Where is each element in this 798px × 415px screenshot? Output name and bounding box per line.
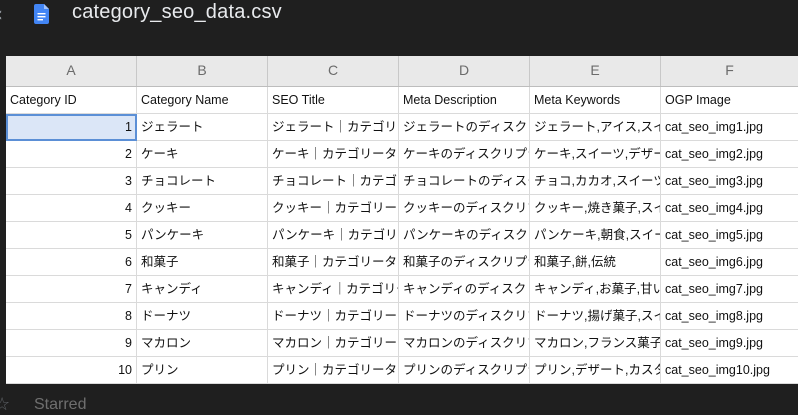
back-chevron-icon[interactable]: ‹ [0,4,3,24]
header-cell[interactable]: OGP Image [661,87,798,114]
header-cell[interactable]: Meta Keywords [530,87,661,114]
table-cell[interactable]: マカロンのディスクリプショ [399,330,530,357]
header-cell[interactable]: SEO Title [268,87,399,114]
table-cell[interactable]: cat_seo_img4.jpg [661,195,798,222]
google-docs-icon [34,4,49,24]
table-row: 7 キャンディ キャンディ｜カテゴリー キャンディのディスクリプ キャンディ,お… [6,276,798,303]
table-cell[interactable]: ジェラート｜カテゴリーペ [268,114,399,141]
table-cell[interactable]: cat_seo_img5.jpg [661,222,798,249]
table-cell[interactable]: ジェラートのディスクリプシ [399,114,530,141]
table-cell[interactable]: クッキー,焼き菓子,スイーツ [530,195,661,222]
table-row: 3 チョコレート チョコレート｜カテゴリー チョコレートのディスクリプ チョコ,… [6,168,798,195]
table-cell[interactable]: cat_seo_img1.jpg [661,114,798,141]
table-cell[interactable]: キャンディのディスクリプ [399,276,530,303]
drive-sidebar-peek: ☆ Starred [0,384,798,415]
table-cell[interactable]: プリン,デザート,カスタード [530,357,661,384]
header-cell[interactable]: Meta Description [399,87,530,114]
table-cell[interactable]: cat_seo_img10.jpg [661,357,798,384]
table-cell[interactable]: 和菓子｜カテゴリータイト [268,249,399,276]
table-cell[interactable]: ジェラート [137,114,268,141]
table-row: 4 クッキー クッキー｜カテゴリータイ クッキーのディスクリプショ クッキー,焼… [6,195,798,222]
table-cell[interactable]: ドーナツ,揚げ菓子,スイーツ [530,303,661,330]
table-cell[interactable]: チョコレート｜カテゴリー [268,168,399,195]
column-header-f[interactable]: F [661,56,798,86]
table-cell[interactable]: 8 [6,303,137,330]
file-title: category_seo_data.csv [72,1,282,23]
table-cell[interactable]: 和菓子のディスクリプション [399,249,530,276]
table-cell[interactable]: パンケーキ [137,222,268,249]
table-cell[interactable]: ケーキのディスクリプション [399,141,530,168]
table-cell[interactable]: チョコ,カカオ,スイーツ [530,168,661,195]
table-cell[interactable]: キャンディ｜カテゴリー [268,276,399,303]
table-row: 5 パンケーキ パンケーキ｜カテゴリー パンケーキのディスクリプ パンケーキ,朝… [6,222,798,249]
table-cell[interactable]: パンケーキのディスクリプ [399,222,530,249]
table-cell[interactable]: ジェラート,アイス,スイーツ [530,114,661,141]
star-icon[interactable]: ☆ [0,394,10,415]
table-cell[interactable]: チョコレートのディスクリプ [399,168,530,195]
table-cell[interactable]: クッキーのディスクリプショ [399,195,530,222]
table-cell[interactable]: キャンディ,お菓子,甘い [530,276,661,303]
table-cell[interactable]: cat_seo_img2.jpg [661,141,798,168]
table-row: 2 ケーキ ケーキ｜カテゴリータイトル ケーキのディスクリプション ケーキ,スイ… [6,141,798,168]
header-cell[interactable]: Category ID [6,87,137,114]
header-cell[interactable]: Category Name [137,87,268,114]
table-cell[interactable]: マカロン [137,330,268,357]
table-cell[interactable]: 2 [6,141,137,168]
table-cell[interactable]: cat_seo_img3.jpg [661,168,798,195]
table-cell[interactable]: パンケーキ｜カテゴリー [268,222,399,249]
data-rows: Category ID Category Name SEO Title Meta… [6,87,798,384]
table-cell[interactable]: パンケーキ,朝食,スイーツ [530,222,661,249]
column-header-b[interactable]: B [137,56,268,86]
table-row: 10 プリン プリン｜カテゴリータイトル プリンのディスクリプション プリン,デ… [6,357,798,384]
table-cell[interactable]: 和菓子 [137,249,268,276]
table-cell[interactable]: ケーキ [137,141,268,168]
table-cell[interactable]: 10 [6,357,137,384]
table-cell[interactable]: cat_seo_img9.jpg [661,330,798,357]
table-cell[interactable]: クッキー [137,195,268,222]
starred-nav-item[interactable]: Starred [34,396,86,414]
column-header-a[interactable]: A [6,56,137,86]
table-cell[interactable]: ドーナツのディスクリプショ [399,303,530,330]
table-cell[interactable]: ドーナツ｜カテゴリータイ [268,303,399,330]
table-cell[interactable]: ドーナツ [137,303,268,330]
table-row: 8 ドーナツ ドーナツ｜カテゴリータイ ドーナツのディスクリプショ ドーナツ,揚… [6,303,798,330]
table-cell[interactable]: マカロン｜カテゴリータイ [268,330,399,357]
selected-cell[interactable]: 1 [6,114,137,141]
table-row: 6 和菓子 和菓子｜カテゴリータイト 和菓子のディスクリプション 和菓子,餅,伝… [6,249,798,276]
table-cell[interactable]: cat_seo_img8.jpg [661,303,798,330]
table-cell[interactable]: プリン [137,357,268,384]
table-cell[interactable]: プリン｜カテゴリータイトル [268,357,399,384]
column-header-d[interactable]: D [399,56,530,86]
column-header-c[interactable]: C [268,56,399,86]
table-cell[interactable]: 3 [6,168,137,195]
table-row: 1 ジェラート ジェラート｜カテゴリーペ ジェラートのディスクリプシ ジェラート… [6,114,798,141]
table-cell[interactable]: ケーキ,スイーツ,デザート [530,141,661,168]
table-cell[interactable]: キャンディ [137,276,268,303]
table-cell[interactable]: 7 [6,276,137,303]
title-bar: ‹ category_seo_data.csv [0,0,798,50]
column-header-row: A B C D E F [6,56,798,87]
table-cell[interactable]: 和菓子,餅,伝統 [530,249,661,276]
header-row: Category ID Category Name SEO Title Meta… [6,87,798,114]
table-cell[interactable]: マカロン,フランス菓子,スイーツ [530,330,661,357]
table-cell[interactable]: 6 [6,249,137,276]
table-cell[interactable]: 4 [6,195,137,222]
column-header-e[interactable]: E [530,56,661,86]
spreadsheet-preview: A B C D E F Category ID Category Name SE… [6,56,798,384]
table-cell[interactable]: ケーキ｜カテゴリータイトル [268,141,399,168]
table-row: 9 マカロン マカロン｜カテゴリータイ マカロンのディスクリプショ マカロン,フ… [6,330,798,357]
table-cell[interactable]: プリンのディスクリプション [399,357,530,384]
table-cell[interactable]: クッキー｜カテゴリータイ [268,195,399,222]
table-cell[interactable]: 9 [6,330,137,357]
table-cell[interactable]: チョコレート [137,168,268,195]
table-cell[interactable]: cat_seo_img6.jpg [661,249,798,276]
table-cell[interactable]: cat_seo_img7.jpg [661,276,798,303]
table-cell[interactable]: 5 [6,222,137,249]
